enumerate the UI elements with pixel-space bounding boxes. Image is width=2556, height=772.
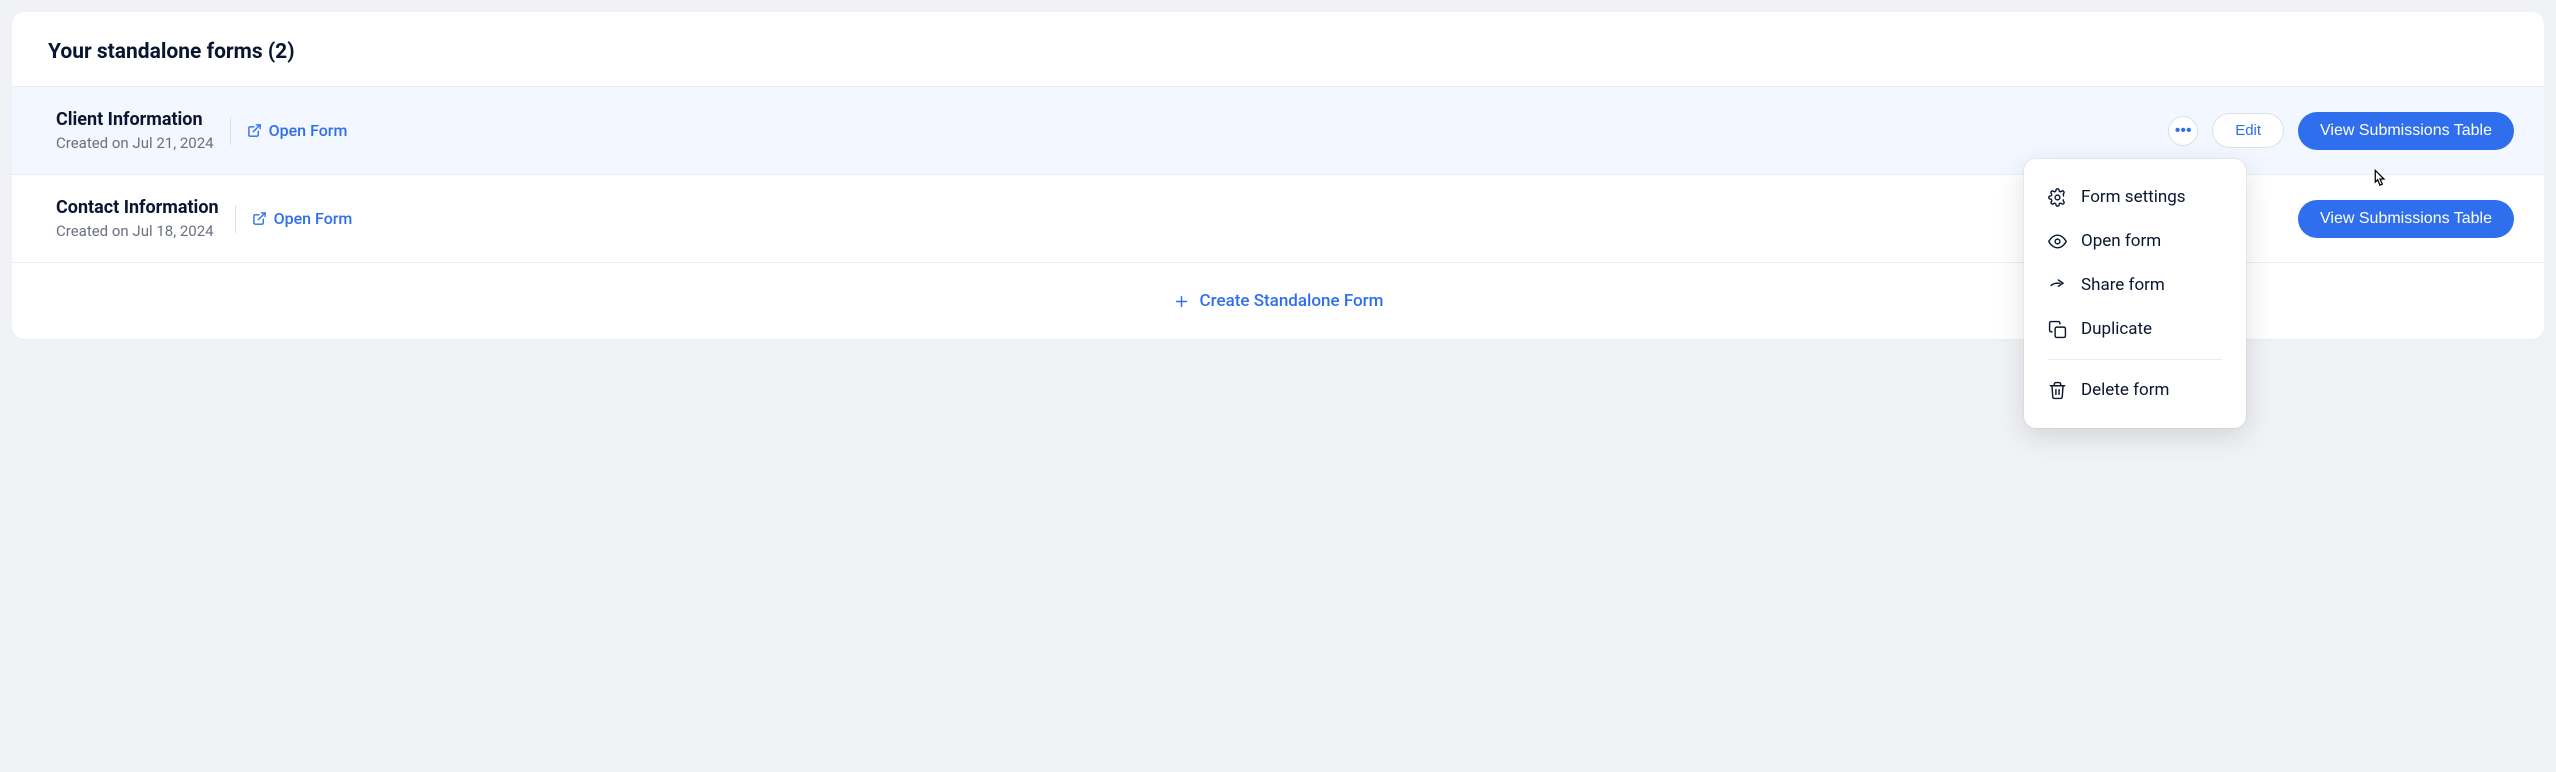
menu-item-open[interactable]: Open form (2024, 219, 2246, 263)
plus-icon (1173, 293, 1190, 310)
menu-label: Duplicate (2081, 319, 2152, 339)
menu-item-share[interactable]: Share form (2024, 263, 2246, 307)
menu-item-duplicate[interactable]: Duplicate (2024, 307, 2246, 351)
menu-label: Delete form (2081, 380, 2169, 400)
context-menu: Form settings Open form Share form (2024, 159, 2246, 428)
menu-item-settings[interactable]: Form settings (2024, 175, 2246, 219)
row-left: Client Information Created on Jul 21, 20… (56, 109, 347, 152)
divider (230, 117, 231, 145)
view-submissions-label: View Submissions Table (2320, 210, 2492, 227)
row-right: View Submissions Table (2298, 200, 2514, 238)
open-form-link[interactable]: Open Form (252, 209, 353, 228)
card-header: Your standalone forms (2) (12, 12, 2544, 87)
view-submissions-label: View Submissions Table (2320, 122, 2492, 139)
external-link-icon (252, 211, 267, 226)
open-form-label: Open Form (274, 209, 353, 228)
copy-icon (2048, 320, 2067, 339)
menu-label: Share form (2081, 275, 2165, 295)
view-submissions-button[interactable]: View Submissions Table (2298, 112, 2514, 150)
menu-label: Open form (2081, 231, 2161, 251)
menu-label: Form settings (2081, 187, 2186, 207)
menu-item-delete[interactable]: Delete form (2024, 368, 2246, 412)
edit-button[interactable]: Edit (2212, 113, 2284, 148)
trash-icon (2048, 381, 2067, 400)
form-row: Client Information Created on Jul 21, 20… (12, 87, 2544, 175)
create-form-label: Create Standalone Form (1200, 291, 1384, 311)
row-right: ••• Edit View Submissions Table (2168, 112, 2514, 150)
open-form-label: Open Form (269, 121, 348, 140)
page-title: Your standalone forms (2) (48, 40, 2508, 64)
form-created-date: Created on Jul 21, 2024 (56, 134, 214, 152)
row-left: Contact Information Created on Jul 18, 2… (56, 197, 352, 240)
view-submissions-button[interactable]: View Submissions Table (2298, 200, 2514, 238)
forms-card: Your standalone forms (2) Client Informa… (12, 12, 2544, 339)
form-title: Client Information (56, 109, 214, 130)
form-meta: Client Information Created on Jul 21, 20… (56, 109, 214, 152)
dots-icon: ••• (2175, 123, 2192, 139)
eye-icon (2048, 232, 2067, 251)
open-form-link[interactable]: Open Form (247, 121, 348, 140)
more-options-button[interactable]: ••• (2168, 116, 2198, 146)
form-meta: Contact Information Created on Jul 18, 2… (56, 197, 219, 240)
menu-divider (2048, 359, 2222, 360)
share-icon (2048, 276, 2067, 295)
form-title: Contact Information (56, 197, 219, 218)
gear-icon (2048, 188, 2067, 207)
edit-label: Edit (2235, 122, 2261, 139)
divider (235, 205, 236, 233)
external-link-icon (247, 123, 262, 138)
form-created-date: Created on Jul 18, 2024 (56, 222, 219, 240)
